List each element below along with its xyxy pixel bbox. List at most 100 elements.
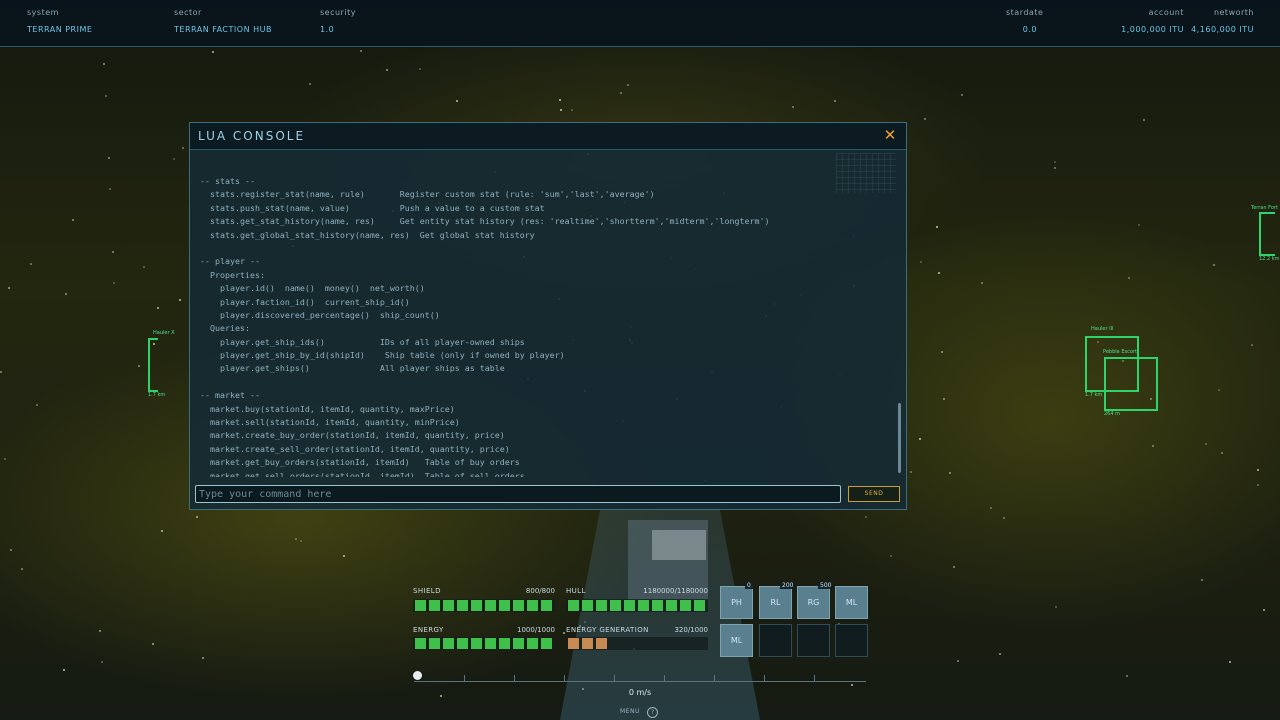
target-distance: 1.7 km <box>1085 392 1103 398</box>
bar-segment <box>582 638 593 649</box>
close-icon[interactable]: ✕ <box>882 127 898 143</box>
console-scrollbar[interactable] <box>898 403 901 473</box>
command-input[interactable] <box>195 485 841 503</box>
star <box>1263 609 1265 611</box>
star <box>949 472 951 474</box>
speed-readout: 0 m/s <box>628 688 652 697</box>
security-value: 1.0 <box>320 25 335 34</box>
star <box>36 404 38 406</box>
star <box>21 568 23 570</box>
target-bracket <box>1259 212 1275 256</box>
star <box>920 261 922 263</box>
bar-segment <box>471 638 482 649</box>
star <box>0 371 2 373</box>
star <box>1126 675 1128 677</box>
hull-bar <box>566 599 708 612</box>
stardate-value: 0.0 <box>1022 25 1037 34</box>
star <box>1128 277 1130 279</box>
bar-segment <box>513 638 524 649</box>
weapon-slot-empty[interactable] <box>835 624 868 657</box>
star <box>182 147 184 149</box>
bar-segment <box>443 600 454 611</box>
star <box>105 95 107 97</box>
bar-segment <box>485 600 496 611</box>
bar-segment <box>457 638 468 649</box>
star <box>560 109 562 111</box>
bar-segment <box>471 600 482 611</box>
star <box>957 660 959 662</box>
throttle-tick <box>714 675 715 681</box>
star <box>1143 119 1145 121</box>
bar-segment <box>694 638 705 649</box>
star <box>157 307 159 309</box>
account-field: account 1,000,000 ITU <box>1090 8 1184 34</box>
menu-button[interactable]: MENU <box>620 708 640 715</box>
bar-segment <box>527 600 538 611</box>
star <box>941 351 943 353</box>
star <box>10 549 12 551</box>
help-icon[interactable]: ? <box>647 707 658 718</box>
star <box>1205 443 1207 445</box>
star <box>138 365 140 367</box>
console-header: LUA CONSOLE ✕ <box>190 123 906 150</box>
bar-segment <box>568 600 579 611</box>
weapon-slot-ml[interactable]: ML <box>835 586 868 619</box>
target-name: Hauler III <box>1091 326 1114 332</box>
console-line: market.sell(stationId, itemId, quantity,… <box>200 417 460 428</box>
star <box>8 287 10 289</box>
throttle-tick <box>514 675 515 681</box>
star <box>360 50 362 52</box>
console-line: player.discovered_percentage() ship_coun… <box>200 309 440 320</box>
bar-segment <box>624 638 635 649</box>
console-line: player.id() name() money() net_worth() <box>200 283 425 294</box>
networth-label: networth <box>1213 8 1254 17</box>
star <box>4 458 6 460</box>
star <box>924 118 926 120</box>
bar-segment <box>610 600 621 611</box>
star <box>152 643 154 645</box>
energy-label: ENERGY <box>413 626 444 634</box>
send-button[interactable]: SEND <box>848 486 900 502</box>
weapon-slot-rl[interactable]: RL <box>759 586 792 619</box>
star <box>1055 606 1057 608</box>
bar-segment <box>457 600 468 611</box>
weapon-slot-ml-2[interactable]: ML <box>720 624 753 657</box>
bar-segment <box>499 600 510 611</box>
star <box>65 293 67 295</box>
throttle-knob[interactable] <box>413 671 422 680</box>
star <box>1257 469 1259 471</box>
target-name: Terran Fort <box>1251 205 1278 211</box>
bar-segment <box>582 600 593 611</box>
weapon-slot-ph[interactable]: PH <box>720 586 753 619</box>
system-value: TERRAN PRIME <box>27 25 93 34</box>
console-line: market.buy(stationId, itemId, quantity, … <box>200 403 455 414</box>
console-output: -- stats -- stats.register_stat(name, ru… <box>200 175 890 477</box>
star <box>196 516 198 518</box>
weapon-slot-empty[interactable] <box>759 624 792 657</box>
console-line: market.create_sell_order(stationId, item… <box>200 443 510 454</box>
shield-value: 800/800 <box>525 587 555 595</box>
bar-segment <box>499 638 510 649</box>
bar-segment <box>429 638 440 649</box>
energy-generation-label: ENERGY GENERATION <box>566 626 649 634</box>
target-name: Hauler X <box>153 330 175 336</box>
console-line: player.get_ship_by_id(shipId) Ship table… <box>200 350 565 361</box>
star <box>456 100 458 102</box>
star <box>834 100 836 102</box>
console-line: player.get_ship_ids() IDs of all player-… <box>200 336 525 347</box>
star <box>851 684 853 686</box>
slot-label: ML <box>730 636 743 645</box>
throttle-slider[interactable] <box>414 673 866 682</box>
weapon-slot-empty[interactable] <box>797 624 830 657</box>
bar-segment <box>443 638 454 649</box>
networth-field: networth 4,160,000 ITU <box>1190 8 1254 34</box>
star <box>1229 661 1231 663</box>
bar-segment <box>666 638 677 649</box>
star <box>865 516 867 518</box>
energy-generation-value: 320/1000 <box>674 626 708 634</box>
bar-segment <box>596 638 607 649</box>
console-line: Queries: <box>200 323 250 334</box>
weapon-slot-rg[interactable]: RG <box>797 586 830 619</box>
console-title: LUA CONSOLE <box>198 129 306 143</box>
throttle-tick <box>814 675 815 681</box>
